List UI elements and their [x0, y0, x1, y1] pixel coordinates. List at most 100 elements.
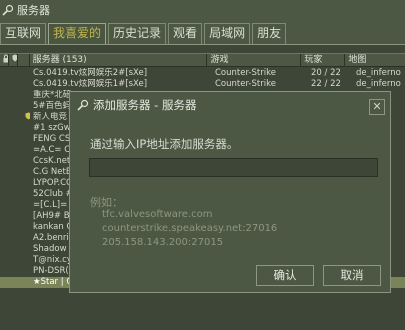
server-list-header: 服务器 (153) 游戏 玩家 地图: [0, 53, 405, 67]
row-secure-cell: [9, 134, 18, 145]
tab-history[interactable]: 历史记录: [108, 23, 167, 44]
server-address-input[interactable]: [89, 158, 378, 177]
row-secure-cell: [9, 222, 18, 233]
row-lock-cell: [0, 167, 9, 178]
row-players: 20 / 22: [311, 68, 341, 78]
row-secure-cell: [9, 211, 18, 222]
tab-lan[interactable]: 局域网: [204, 23, 251, 44]
row-lock-cell: [0, 101, 9, 112]
row-favorite-cell: [18, 178, 30, 189]
tab-favorites[interactable]: 我喜爱的: [48, 23, 107, 44]
example-1: tfc.valvesoftware.com: [102, 209, 213, 220]
row-favorite-cell: [18, 145, 30, 156]
tab-internet[interactable]: 互联网: [0, 23, 47, 44]
row-favorite-cell: [18, 200, 30, 211]
ok-button[interactable]: 确认: [256, 265, 314, 286]
favorite-shield-icon: [21, 112, 30, 123]
row-favorite-cell: [18, 79, 30, 90]
row-lock-cell: [0, 244, 9, 255]
row-favorite-cell: [18, 134, 30, 145]
row-favorite-cell: [18, 90, 30, 101]
row-lock-cell: [0, 145, 9, 156]
row-secure-cell: [9, 266, 18, 277]
row-game: Counter-Strike: [215, 79, 276, 89]
column-secure[interactable]: [9, 54, 18, 66]
row-lock-cell: [0, 68, 9, 79]
table-row[interactable]: Cs.0419.tv炫网娱乐2#[sXe] Counter-Strike 20 / …: [0, 68, 405, 79]
row-secure-cell: [9, 112, 18, 123]
row-players: 22 / 22: [311, 79, 341, 89]
column-servers[interactable]: 服务器 (153): [30, 54, 208, 66]
row-favorite-cell: [18, 233, 30, 244]
cancel-button[interactable]: 取消: [323, 265, 381, 286]
row-favorite-cell: [18, 101, 30, 112]
row-map: de_inferno: [356, 68, 401, 78]
row-secure-cell: [9, 90, 18, 101]
row-secure-cell: [9, 255, 18, 266]
steam-logo-icon: [2, 4, 14, 16]
row-lock-cell: [0, 211, 9, 222]
example-2: counterstrike.speakeasy.net:27016: [102, 223, 278, 234]
dialog-title: 添加服务器 - 服务器: [93, 98, 197, 112]
row-lock-cell: [0, 255, 9, 266]
dialog-instruction: 通过输入IP地址添加服务器。: [90, 137, 239, 151]
row-favorite-cell: [18, 255, 30, 266]
row-favorite-cell: [18, 244, 30, 255]
row-lock-cell: [0, 233, 9, 244]
row-secure-cell: [9, 233, 18, 244]
row-lock-cell: [0, 178, 9, 189]
column-game[interactable]: 游戏: [207, 54, 302, 66]
column-map[interactable]: 地图: [345, 54, 405, 66]
dialog-title-bar[interactable]: 添加服务器 - 服务器: [70, 92, 390, 118]
row-favorite-cell: [18, 277, 30, 288]
row-game: Counter-Strike: [215, 68, 276, 78]
row-lock-cell: [0, 79, 9, 90]
row-lock-cell: [0, 123, 9, 134]
table-row[interactable]: Cs.0419.tv炫网娱乐1#[sXe] Counter-Strike 22 / …: [0, 79, 405, 90]
tab-bar: 互联网 我喜爱的 历史记录 观看 局域网 朋友: [0, 23, 405, 44]
row-secure-cell: [9, 68, 18, 79]
row-server-name: Cs.0419.tv炫网娱乐1#[sXe]: [33, 79, 148, 89]
title-bar: 服务器: [0, 0, 405, 20]
window-title: 服务器: [17, 4, 50, 17]
add-server-dialog: 添加服务器 - 服务器 ✕ 通过输入IP地址添加服务器。 例如： tfc.val…: [69, 91, 391, 293]
column-players[interactable]: 玩家: [301, 54, 346, 66]
row-secure-cell: [9, 200, 18, 211]
row-lock-cell: [0, 222, 9, 233]
row-secure-cell: [9, 123, 18, 134]
row-server-name: Cs.0419.tv炫网娱乐2#[sXe]: [33, 68, 148, 78]
row-secure-cell: [9, 156, 18, 167]
row-lock-cell: [0, 134, 9, 145]
row-secure-cell: [9, 101, 18, 112]
row-favorite-cell: [18, 68, 30, 79]
close-icon[interactable]: ✕: [369, 99, 385, 115]
row-secure-cell: [9, 244, 18, 255]
row-secure-cell: [9, 145, 18, 156]
row-secure-cell: [9, 277, 18, 288]
row-favorite-cell: [18, 156, 30, 167]
column-lock[interactable]: [0, 54, 9, 66]
row-favorite-cell: [18, 189, 30, 200]
row-favorite-cell: [18, 266, 30, 277]
tab-friends[interactable]: 朋友: [252, 23, 287, 44]
row-favorite-cell: [18, 211, 30, 222]
example-label: 例如：: [90, 196, 123, 209]
row-lock-cell: [0, 156, 9, 167]
tab-spectate[interactable]: 观看: [168, 23, 203, 44]
row-favorite-cell: [18, 123, 30, 134]
row-favorite-cell: [18, 112, 30, 123]
row-secure-cell: [9, 178, 18, 189]
row-secure-cell: [9, 189, 18, 200]
row-lock-cell: [0, 200, 9, 211]
row-map: de_inferno: [356, 79, 401, 89]
row-lock-cell: [0, 189, 9, 200]
row-secure-cell: [9, 79, 18, 90]
row-favorite-cell: [18, 167, 30, 178]
column-favorite[interactable]: [18, 54, 30, 66]
example-3: 205.158.143.200:27015: [102, 237, 224, 248]
row-secure-cell: [9, 167, 18, 178]
row-lock-cell: [0, 90, 9, 101]
row-lock-cell: [0, 112, 9, 123]
row-lock-cell: [0, 277, 9, 288]
row-favorite-cell: [18, 222, 30, 233]
